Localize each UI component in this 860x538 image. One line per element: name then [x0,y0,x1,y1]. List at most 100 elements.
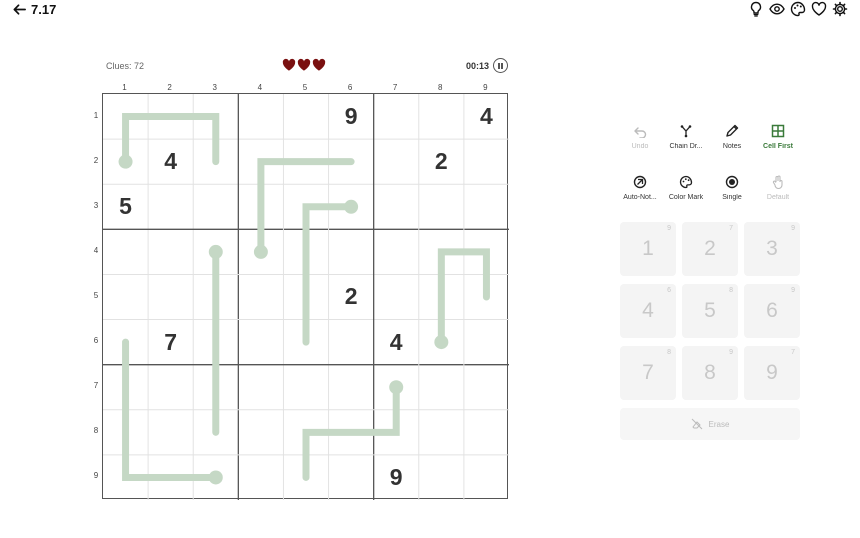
board-cell[interactable] [329,320,374,365]
board-cell[interactable] [374,410,419,455]
board-cell[interactable]: 7 [148,320,193,365]
board-cell[interactable] [238,184,283,229]
board-cell[interactable] [193,365,238,410]
theme-button[interactable] [790,1,806,17]
board-cell[interactable] [193,274,238,319]
board-cell[interactable] [283,365,328,410]
board-cell[interactable]: 2 [419,139,464,184]
board-cell[interactable] [419,410,464,455]
number-key-7[interactable]: 78 [620,346,676,400]
board-cell[interactable] [329,229,374,274]
board-cell[interactable] [103,94,148,139]
board-cell[interactable] [419,320,464,365]
board-cell[interactable] [148,184,193,229]
board-cell[interactable] [193,139,238,184]
board-cell[interactable] [193,94,238,139]
board-cell[interactable] [329,455,374,500]
board-cell[interactable] [374,229,419,274]
tool-color-mark-button[interactable]: Color Mark [663,175,709,201]
board-cell[interactable] [464,365,509,410]
board-cell[interactable] [148,455,193,500]
settings-button[interactable] [832,1,848,17]
tool-auto-not-button[interactable]: Auto-Not... [617,175,663,201]
board-cell[interactable] [103,229,148,274]
board-cell[interactable] [374,365,419,410]
board-cell[interactable] [148,94,193,139]
board-cell[interactable] [464,139,509,184]
tool-default-button[interactable]: Default [755,175,801,201]
board-cell[interactable] [464,455,509,500]
board-cell[interactable] [329,365,374,410]
board-cell[interactable] [283,274,328,319]
board-cell[interactable]: 5 [103,184,148,229]
board-cell[interactable]: 9 [329,94,374,139]
tool-undo-button[interactable]: Undo [617,124,663,150]
board-cell[interactable]: 4 [374,320,419,365]
board-cell[interactable] [464,410,509,455]
board-cell[interactable] [419,94,464,139]
board-cell[interactable] [329,184,374,229]
number-key-3[interactable]: 39 [744,222,800,276]
board-cell[interactable] [148,274,193,319]
board-cell[interactable] [464,274,509,319]
board-cell[interactable] [329,410,374,455]
board-cell[interactable] [419,274,464,319]
board-cell[interactable] [193,455,238,500]
board-cell[interactable] [283,410,328,455]
board-cell[interactable]: 2 [329,274,374,319]
board-cell[interactable] [193,229,238,274]
board-cell[interactable] [238,274,283,319]
board-cell[interactable] [103,139,148,184]
board-cell[interactable] [103,274,148,319]
board-cell[interactable] [238,365,283,410]
board-cell[interactable] [283,320,328,365]
board-cell[interactable] [419,229,464,274]
board-cell[interactable] [148,410,193,455]
erase-button[interactable]: Erase [620,408,800,440]
board-cell[interactable]: 4 [148,139,193,184]
number-key-9[interactable]: 97 [744,346,800,400]
board-cell[interactable] [193,184,238,229]
number-key-1[interactable]: 19 [620,222,676,276]
board-cell[interactable] [238,94,283,139]
number-key-5[interactable]: 58 [682,284,738,338]
board-cell[interactable] [283,455,328,500]
board-cell[interactable] [238,320,283,365]
board-cell[interactable] [419,455,464,500]
board-cell[interactable] [193,410,238,455]
board-cell[interactable]: 4 [464,94,509,139]
board-cell[interactable] [419,184,464,229]
tool-notes-button[interactable]: Notes [709,124,755,150]
board-cell[interactable] [238,229,283,274]
board-cell[interactable] [374,139,419,184]
board-cell[interactable] [103,410,148,455]
tool-chain-dr-button[interactable]: Chain Dr... [663,124,709,150]
pause-button[interactable] [493,58,508,73]
board-cell[interactable] [148,365,193,410]
tool-cell-first-button[interactable]: Cell First [755,124,801,150]
board-cell[interactable] [283,94,328,139]
tool-single-button[interactable]: Single [709,175,755,201]
board-cell[interactable] [103,320,148,365]
number-key-2[interactable]: 27 [682,222,738,276]
hint-button[interactable] [748,1,764,17]
board-cell[interactable] [103,455,148,500]
number-key-6[interactable]: 69 [744,284,800,338]
back-button[interactable]: 7.17 [12,2,56,17]
board-cell[interactable] [238,455,283,500]
board-cell[interactable] [374,184,419,229]
reveal-button[interactable] [769,1,785,17]
board-cell[interactable] [238,139,283,184]
board-cell[interactable] [193,320,238,365]
number-key-8[interactable]: 89 [682,346,738,400]
board-cell[interactable] [238,410,283,455]
board-cell[interactable] [329,139,374,184]
board-cell[interactable] [419,365,464,410]
board-cell[interactable] [148,229,193,274]
board-cell[interactable] [374,274,419,319]
board-cell[interactable]: 9 [374,455,419,500]
number-key-4[interactable]: 46 [620,284,676,338]
board-cell[interactable] [464,320,509,365]
board-cell[interactable] [283,184,328,229]
board-cell[interactable] [374,94,419,139]
